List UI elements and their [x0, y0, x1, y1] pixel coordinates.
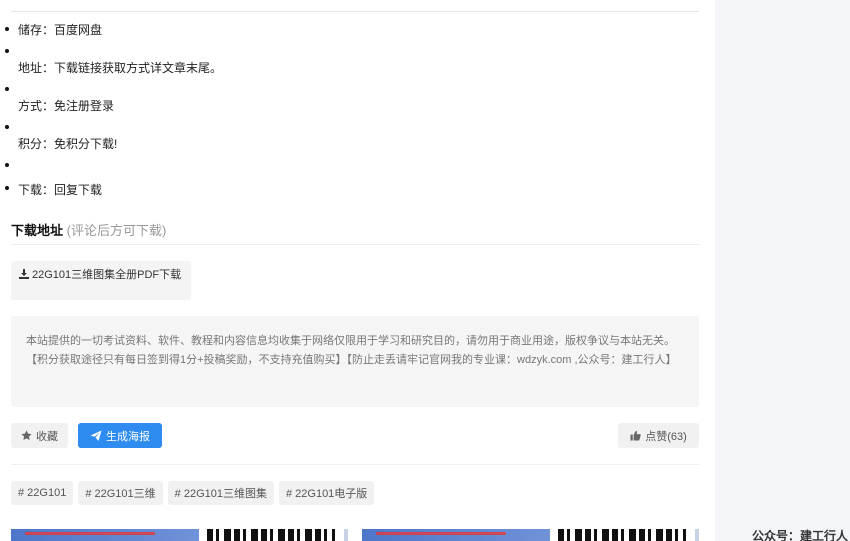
tag-link[interactable]: # 22G101: [11, 481, 74, 505]
list-bullet: [5, 87, 9, 91]
paper-plane-icon: [90, 430, 102, 441]
list-bullet: [5, 186, 9, 190]
favorite-label: 收藏: [36, 430, 58, 443]
download-title: 下载地址: [11, 223, 64, 238]
download-box: 22G101三维图集全册PDF下载: [11, 261, 191, 300]
generate-poster-button[interactable]: 生成海报: [78, 423, 162, 448]
tag-link[interactable]: # 22G101三维图集: [167, 481, 274, 505]
info-item-download: 下载：回复下载: [18, 183, 103, 197]
generate-poster-label: 生成海报: [106, 430, 150, 443]
info-item-address: 地址：下载链接获取方式详文章末尾。: [18, 61, 223, 75]
list-bullet: [5, 27, 9, 31]
info-item-method: 方式：免注册登录: [18, 99, 115, 113]
divider: [11, 464, 699, 465]
divider: [11, 244, 699, 245]
favorite-button[interactable]: 收藏: [11, 423, 68, 448]
divider: [11, 11, 699, 12]
qr-code-image: [207, 529, 335, 541]
list-bullet: [5, 125, 9, 129]
related-post-thumbnail[interactable]: [362, 529, 699, 541]
download-icon: [19, 269, 29, 279]
thumbnail-banner-text: [376, 532, 506, 535]
list-bullet: [5, 49, 9, 53]
qr-code-image: [558, 529, 686, 541]
info-item-storage: 储存：百度网盘: [18, 23, 103, 37]
tag-link[interactable]: # 22G101电子版: [278, 481, 375, 505]
info-item-points: 积分：免积分下载!: [18, 137, 118, 151]
thumbs-up-icon: [630, 430, 641, 441]
thumbnail-banner-text: [25, 532, 155, 535]
like-label: 点赞(63): [645, 430, 687, 443]
article-content: 储存：百度网盘 地址：下载链接获取方式详文章末尾。 方式：免注册登录 积分：免积…: [0, 0, 715, 541]
tag-list: # 22G101 # 22G101三维 # 22G101三维图集 # 22G10…: [11, 481, 375, 505]
sidebar: 公众号：建工行人: [715, 0, 850, 541]
tag-link[interactable]: # 22G101三维: [78, 481, 163, 505]
related-post-thumbnail[interactable]: [11, 529, 348, 541]
wechat-account-caption: 公众号：建工行人: [751, 529, 848, 541]
list-bullet: [5, 163, 9, 167]
download-note: (评论后方可下载): [66, 223, 167, 238]
download-heading: 下载地址 (评论后方可下载): [11, 220, 166, 239]
like-button[interactable]: 点赞(63): [618, 423, 699, 448]
star-icon: [21, 430, 32, 440]
download-link-label: 22G101三维图集全册PDF下载: [32, 269, 182, 281]
notice-text: 本站提供的一切考试资料、软件、教程和内容信息均收集于网络仅限用于学习和研究目的，…: [26, 335, 677, 366]
download-link[interactable]: 22G101三维图集全册PDF下载: [19, 266, 181, 282]
copyright-notice: 本站提供的一切考试资料、软件、教程和内容信息均收集于网络仅限用于学习和研究目的，…: [11, 316, 699, 407]
